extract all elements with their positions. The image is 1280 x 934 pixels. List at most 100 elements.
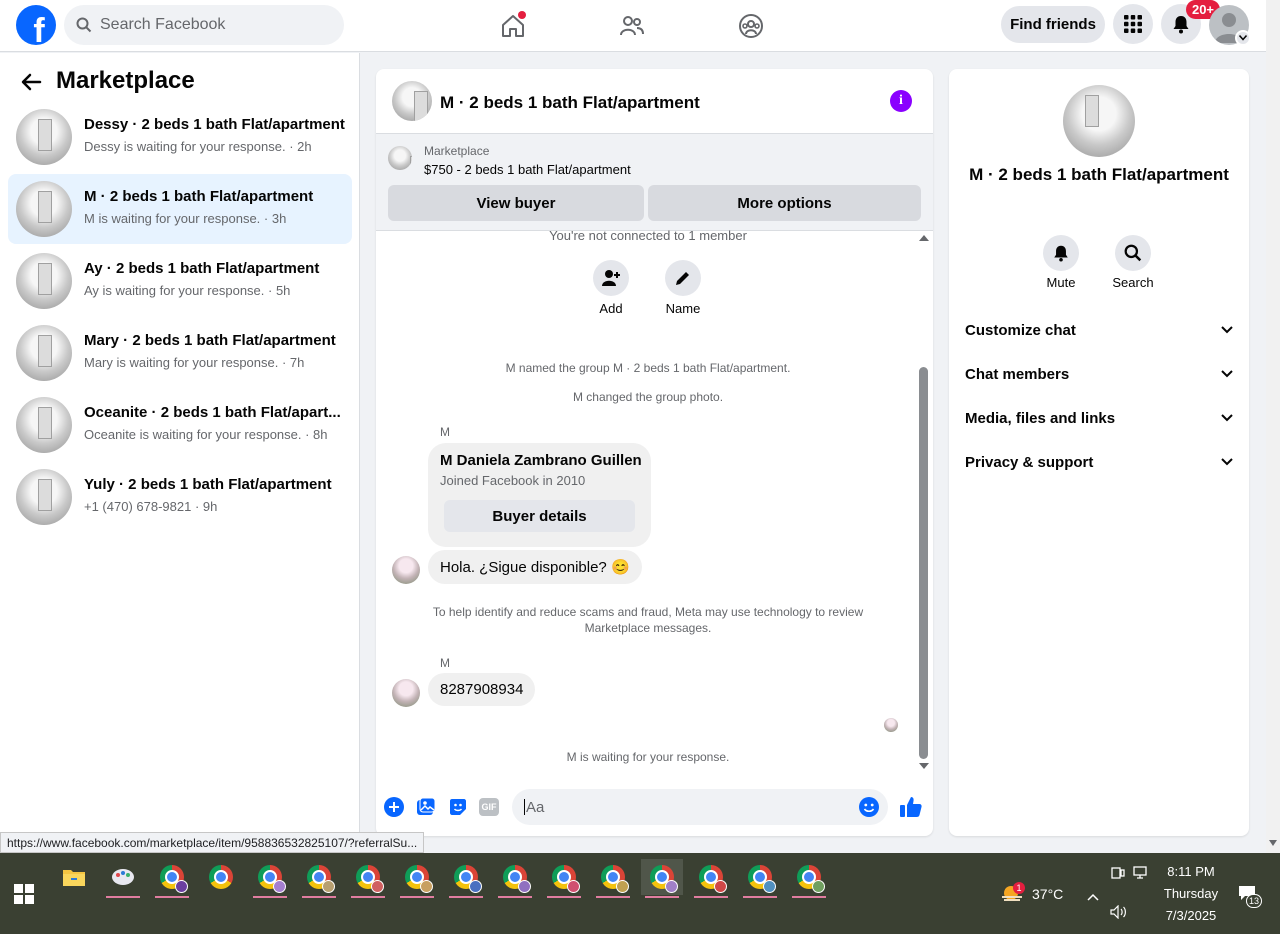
taskbar-app[interactable] xyxy=(102,859,144,898)
friends-icon xyxy=(620,16,644,36)
taskbar-chrome[interactable] xyxy=(396,859,438,898)
like-button[interactable] xyxy=(899,795,923,824)
grid-menu-icon xyxy=(1124,15,1142,33)
chat-members-section[interactable]: Chat members xyxy=(965,352,1233,396)
chrome-icon xyxy=(405,865,433,893)
emoji-icon[interactable] xyxy=(859,797,879,817)
more-options-button[interactable]: More options xyxy=(648,185,921,221)
taskbar-chrome[interactable] xyxy=(445,859,487,898)
privacy-support-section[interactable]: Privacy & support xyxy=(965,440,1233,484)
taskbar-chrome[interactable] xyxy=(298,859,340,898)
scroll-down-arrow-icon[interactable] xyxy=(919,763,929,769)
volume-button[interactable] xyxy=(1110,904,1128,924)
conversation-item[interactable]: Oceanite · 2 beds 1 bath Flat/apart... O… xyxy=(8,390,352,460)
conversation-item-active[interactable]: M · 2 beds 1 bath Flat/apartment M is wa… xyxy=(8,174,352,244)
find-friends-button[interactable]: Find friends xyxy=(1001,6,1105,43)
taskbar-chrome[interactable] xyxy=(494,859,536,898)
message-bubble[interactable]: 8287908934 xyxy=(428,673,536,706)
chrome-icon xyxy=(454,865,482,893)
sender-avatar[interactable] xyxy=(392,556,420,584)
media-files-links-section[interactable]: Media, files and links xyxy=(965,396,1233,440)
listing-thumbnail xyxy=(16,253,72,309)
taskbar-chrome[interactable] xyxy=(151,859,193,898)
conversation-item[interactable]: Ay · 2 beds 1 bath Flat/apartment Ay is … xyxy=(8,246,352,316)
facebook-logo[interactable]: f xyxy=(16,5,56,45)
message-bubble[interactable]: Hola. ¿Sigue disponible? 😊 xyxy=(428,550,642,584)
tablet-mode-icon xyxy=(1111,867,1125,879)
search-bar[interactable]: Search Facebook xyxy=(64,5,344,45)
taskbar-chrome-active[interactable] xyxy=(641,859,683,898)
sender-avatar[interactable] xyxy=(392,679,420,707)
start-button[interactable] xyxy=(14,884,34,909)
profile-badge xyxy=(763,880,776,893)
chrome-icon xyxy=(209,865,233,889)
listing-title[interactable]: $750 - 2 beds 1 bath Flat/apartment xyxy=(424,162,631,177)
account-menu-caret[interactable] xyxy=(1235,30,1251,46)
taskbar-chrome[interactable] xyxy=(347,859,389,898)
mute-action[interactable]: Mute xyxy=(1026,235,1096,290)
chrome-icon xyxy=(699,865,727,893)
show-hidden-icons[interactable] xyxy=(1087,888,1099,906)
customize-chat-section[interactable]: Customize chat xyxy=(965,308,1233,352)
sticker-button[interactable] xyxy=(448,797,468,822)
home-notification-dot xyxy=(518,11,526,19)
taskbar-chrome[interactable] xyxy=(788,859,830,898)
name-button[interactable] xyxy=(665,260,701,296)
logo-letter: f xyxy=(33,12,45,45)
marketplace-listing-bar: Marketplace $750 - 2 beds 1 bath Flat/ap… xyxy=(376,133,933,231)
taskbar-chrome[interactable] xyxy=(200,859,242,895)
conversation-item[interactable]: Mary · 2 beds 1 bath Flat/apartment Mary… xyxy=(8,318,352,388)
chat-scrollbar-thumb[interactable] xyxy=(919,367,928,759)
view-buyer-button[interactable]: View buyer xyxy=(388,185,644,221)
taskbar-chrome[interactable] xyxy=(690,859,732,898)
clock-day[interactable]: Thursday xyxy=(1160,886,1222,901)
taskbar-file-explorer[interactable] xyxy=(53,859,95,895)
paint-app-icon xyxy=(112,869,134,885)
scroll-up-arrow-icon[interactable] xyxy=(919,235,929,241)
top-navigation-bar: f Search Facebook Find friends 20+ xyxy=(0,0,1266,52)
home-nav[interactable] xyxy=(495,8,531,44)
profile-badge xyxy=(322,880,335,893)
back-button[interactable] xyxy=(20,71,42,98)
clock-date[interactable]: 7/3/2025 xyxy=(1160,908,1222,923)
conversation-item[interactable]: Yuly · 2 beds 1 bath Flat/apartment +1 (… xyxy=(8,462,352,532)
mute-button[interactable] xyxy=(1043,235,1079,271)
weather-temperature[interactable]: 37°C xyxy=(1032,886,1063,902)
taskbar-chrome[interactable] xyxy=(739,859,781,898)
tray-device-icon[interactable] xyxy=(1111,866,1125,885)
chrome-icon xyxy=(748,865,776,893)
chat-title[interactable]: M · 2 beds 1 bath Flat/apartment xyxy=(440,93,700,113)
profile-badge xyxy=(714,880,727,893)
chat-header-thumbnail[interactable] xyxy=(392,81,432,121)
gif-button[interactable]: GIF xyxy=(479,798,499,816)
taskbar-chrome[interactable] xyxy=(592,859,634,898)
groups-nav[interactable] xyxy=(733,8,769,44)
add-member-action[interactable]: Add xyxy=(581,260,641,316)
more-actions-button[interactable] xyxy=(384,797,404,822)
message-input[interactable]: Aa xyxy=(512,789,888,825)
attach-photo-button[interactable] xyxy=(416,797,436,822)
taskbar-chrome[interactable] xyxy=(249,859,291,898)
link-hover-status: https://www.facebook.com/marketplace/ite… xyxy=(0,832,425,853)
add-person-button[interactable] xyxy=(593,260,629,296)
menu-button[interactable] xyxy=(1113,4,1153,44)
info-icon[interactable]: i xyxy=(890,90,912,112)
page-scrollbar[interactable] xyxy=(1266,0,1280,853)
scroll-down-arrow-icon[interactable] xyxy=(1269,840,1277,846)
taskbar-chrome[interactable] xyxy=(543,859,585,898)
message-input-placeholder: Aa xyxy=(526,798,545,816)
buyer-details-button[interactable]: Buyer details xyxy=(444,500,635,532)
chat-panel: M · 2 beds 1 bath Flat/apartment i Marke… xyxy=(376,69,933,836)
chevron-up-icon xyxy=(1087,893,1099,901)
chrome-icon xyxy=(797,865,825,893)
name-group-action[interactable]: Name xyxy=(653,260,713,316)
conversation-item[interactable]: Dessy · 2 beds 1 bath Flat/apartment Des… xyxy=(8,102,352,172)
group-photo[interactable] xyxy=(1063,85,1135,157)
profile-badge xyxy=(273,880,286,893)
friends-nav[interactable] xyxy=(614,8,650,44)
clock-time[interactable]: 8:11 PM xyxy=(1160,864,1222,879)
search-action[interactable]: Search xyxy=(1098,235,1168,290)
network-button[interactable] xyxy=(1133,866,1151,885)
pencil-icon xyxy=(676,272,689,285)
search-conversation-button[interactable] xyxy=(1115,235,1151,271)
